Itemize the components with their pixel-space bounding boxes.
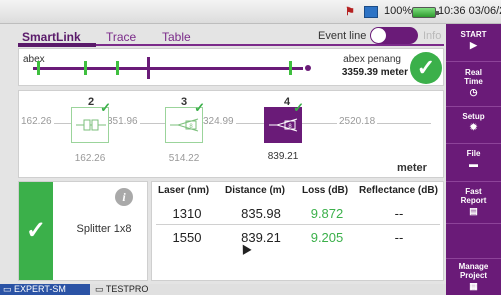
report-icon: ▤ xyxy=(469,206,478,216)
column-header: Distance (m) xyxy=(225,185,286,196)
task-label: EXPERT-SM xyxy=(14,284,66,294)
clock: 10:36 03/06/2021 xyxy=(438,5,501,17)
reflectance-cell: -- xyxy=(394,230,404,245)
loss-cell: 9.872 xyxy=(310,206,344,221)
usb-disconnect-icon: ⚑ xyxy=(345,6,355,18)
app-icon: ▭ xyxy=(3,284,15,294)
segment-length: 324.99 xyxy=(201,116,236,127)
info-icon[interactable]: i xyxy=(115,188,133,206)
event-marker xyxy=(289,61,292,75)
empty-sidebar-slot xyxy=(446,224,501,259)
event-splitter-1x8-selected[interactable]: ✓ 8 xyxy=(264,100,304,143)
realtime-label-1: Real xyxy=(465,68,482,77)
realtime-label-2: Time xyxy=(464,77,483,86)
taskbar-testpro[interactable]: ▭ TESTPRO xyxy=(92,284,162,295)
event-map: 162.26 351.96 324.99 2520.18 2 ✓ 162.26 … xyxy=(18,90,444,178)
link-length: 3359.39 meter xyxy=(341,67,408,78)
time-text: 10:36 xyxy=(438,5,466,17)
segment-length: 351.96 xyxy=(105,116,140,127)
app-window: ⚑ 100% 10:36 03/06/2021 SmartLink Trace … xyxy=(0,0,501,295)
tab-underline xyxy=(18,43,444,47)
setup-button[interactable]: Setup ✹ xyxy=(446,107,501,144)
distance-unit: meter xyxy=(397,162,427,174)
info-label: Info xyxy=(423,30,442,42)
segment-length: 162.26 xyxy=(19,116,54,127)
tab-smartlink[interactable]: SmartLink xyxy=(22,30,81,44)
pass-check-icon: ✓ xyxy=(293,100,304,115)
event-marker xyxy=(37,61,40,75)
date-text: 03/06/2021 xyxy=(468,5,501,17)
splitter-1x8-icon: 8 xyxy=(170,118,199,132)
file-button[interactable]: File ▬ xyxy=(446,144,501,182)
link-pass-check-icon: ✓ xyxy=(410,52,442,84)
task-label: TESTPRO xyxy=(105,284,149,294)
realtime-button[interactable]: Real Time ◷ xyxy=(446,62,501,107)
taskbar-expert-sm[interactable]: ▭ EXPERT-SM xyxy=(0,284,90,295)
fast-label-2: Report xyxy=(460,196,487,205)
laser-cell: 1310 xyxy=(172,206,202,221)
laser-cell: 1550 xyxy=(172,230,202,245)
manage-label-2: Project xyxy=(459,271,488,280)
link-overview[interactable]: abex abex penang 3359.39 meter ✓ xyxy=(18,48,444,86)
play-icon: ▶ xyxy=(470,40,477,50)
timer-icon: ◷ xyxy=(469,87,478,97)
fast-label-1: Fast xyxy=(465,187,482,196)
action-sidebar: START ▶ Real Time ◷ Setup ✹ File ▬ Fast … xyxy=(446,24,501,295)
column-header: Reflectance (dB) xyxy=(359,185,438,196)
folder-icon: ▬ xyxy=(469,159,478,169)
battery-icon xyxy=(412,7,439,18)
event-marker xyxy=(116,61,119,75)
fast-report-button[interactable]: Fast Report ▤ xyxy=(446,182,501,224)
event-splitter-1x8[interactable]: ✓ 8 xyxy=(165,100,205,143)
link-end-dot xyxy=(305,65,311,71)
file-label: File xyxy=(466,149,481,158)
reflectance-cell: -- xyxy=(394,206,404,221)
taskbar: ▭ EXPERT-SM ▭ TESTPRO xyxy=(0,284,446,295)
event-position: 162.26 xyxy=(74,153,106,164)
pass-check-icon: ✓ xyxy=(100,100,111,115)
measurement-table: Laser (nm) Distance (m) Loss (dB) Reflec… xyxy=(151,181,444,281)
cursor-marker xyxy=(147,57,150,79)
start-button[interactable]: START ▶ xyxy=(446,24,501,62)
element-name: Splitter 1x8 xyxy=(76,223,132,235)
element-summary: ✓ i Splitter 1x8 xyxy=(18,181,148,281)
manage-label-1: Manage xyxy=(458,262,489,271)
distance-cell: 835.98 xyxy=(241,206,281,221)
event-line-toggle[interactable] xyxy=(370,27,418,44)
event-position: 839.21 xyxy=(267,151,299,162)
event-splitter-1x4[interactable]: ✓ xyxy=(71,100,111,143)
loss-cell: 9.205 xyxy=(310,230,344,245)
splitter-1x4-icon xyxy=(76,119,106,131)
column-header: Loss (dB) xyxy=(302,185,349,196)
segment-length: 2520.18 xyxy=(337,116,378,127)
event-position: 514.22 xyxy=(168,153,200,164)
pass-check-icon: ✓ xyxy=(19,182,53,280)
row-divider xyxy=(156,224,440,225)
manage-project-button[interactable]: Manage Project ▦ xyxy=(446,259,501,295)
battery-percent: 100% xyxy=(384,5,413,17)
distance-cell: 839.21 xyxy=(241,230,281,245)
screen-icon xyxy=(364,6,378,18)
event-line-label: Event line xyxy=(318,30,367,42)
splitter-1x8-icon: 8 xyxy=(269,118,298,132)
status-bar: ⚑ 100% 10:36 03/06/2021 xyxy=(0,0,501,24)
gear-icon: ✹ xyxy=(469,122,478,132)
event-marker xyxy=(84,61,87,75)
link-line xyxy=(33,67,303,70)
tab-trace[interactable]: Trace xyxy=(106,30,136,44)
column-header: Laser (nm) xyxy=(158,185,210,196)
app-icon: ▭ xyxy=(95,284,106,294)
pass-check-icon: ✓ xyxy=(194,100,205,115)
link-end-label: abex penang xyxy=(343,54,401,65)
tab-table[interactable]: Table xyxy=(162,30,191,44)
grid-icon: ▦ xyxy=(469,281,478,291)
start-label: START xyxy=(460,30,487,39)
setup-label: Setup xyxy=(462,112,485,121)
link-start-label: abex xyxy=(23,54,45,65)
toggle-knob xyxy=(371,28,386,43)
